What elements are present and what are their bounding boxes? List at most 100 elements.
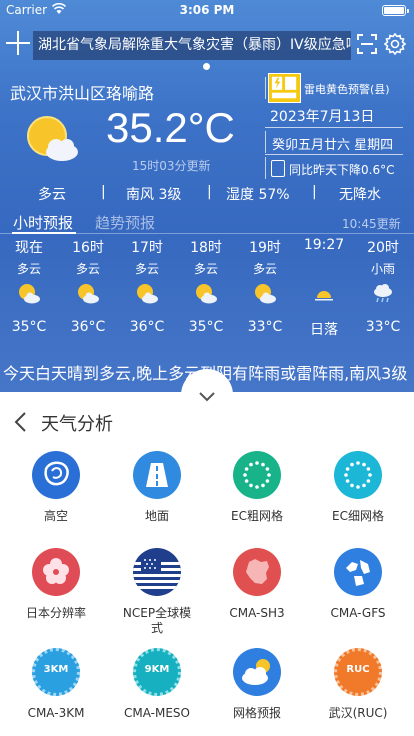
sunset-icon <box>315 291 333 301</box>
cloud-grid-icon <box>233 648 281 696</box>
alert-banner[interactable]: 湖北省气象局解除重大气象灾害（暴雨）IV级应急响应 <box>33 31 351 60</box>
eu-flag-icon <box>334 451 382 499</box>
item-label: EC粗网格 <box>231 509 283 523</box>
temp-label: 33°C <box>247 319 283 335</box>
condition-label: 多云 <box>252 262 277 276</box>
badge-3km-icon: 3KM <box>32 648 80 696</box>
temp-label: 36°C <box>129 319 165 335</box>
item-label: 高空 <box>43 509 68 523</box>
item-label: 武汉(RUC) <box>328 706 388 720</box>
wind-label: 南风 3级 <box>126 187 182 203</box>
temp-label: 33°C <box>365 319 401 335</box>
partly-cloudy-icon <box>255 284 276 304</box>
tab-hourly-forecast[interactable]: 小时预报 <box>13 212 73 233</box>
hourly-item: 20时 小雨 33°C <box>355 237 411 347</box>
status-time: 3:06 PM <box>179 3 235 17</box>
partly-cloudy-icon <box>137 284 158 304</box>
china-map-icon <box>233 548 281 596</box>
sheet-title: 天气分析 <box>41 414 113 435</box>
hourly-item: 18时 多云 35°C <box>178 237 234 347</box>
weather-panel: Carrier 3:06 PM 湖北省气象局解除重大气象灾害（暴雨）IV级应急响… <box>0 0 414 392</box>
hour-label: 18时 <box>190 240 222 256</box>
condition-label: 多云 <box>134 262 159 276</box>
temperature-compare: 同比昨天下降0.6°C <box>289 163 395 177</box>
temp-label: 日落 <box>310 322 338 338</box>
eu-flag-icon <box>233 451 281 499</box>
document-icon <box>271 160 285 177</box>
hour-label: 现在 <box>15 240 43 256</box>
temp-label: 35°C <box>188 319 224 335</box>
add-city-button[interactable] <box>6 31 30 55</box>
current-temperature: 35.2°C <box>106 104 235 151</box>
partly-cloudy-icon <box>196 284 217 304</box>
light-rain-icon <box>374 284 392 303</box>
us-flag-icon <box>133 548 181 596</box>
condition-label: 多云 <box>38 187 66 203</box>
item-label: EC细网格 <box>332 509 384 523</box>
hourly-update-time: 10:45更新 <box>342 217 401 231</box>
battery-icon <box>382 5 409 16</box>
lightning-warning-icon[interactable] <box>268 73 301 103</box>
item-label: CMA-3KM <box>27 706 85 720</box>
road-icon <box>133 451 181 499</box>
back-button[interactable] <box>14 412 28 432</box>
page-indicator <box>203 63 210 70</box>
tab-trend-forecast[interactable]: 趋势预报 <box>95 212 155 233</box>
item-label: CMA-GFS <box>330 606 386 620</box>
partly-cloudy-icon <box>19 284 40 304</box>
status-bar: Carrier 3:06 PM <box>0 0 414 20</box>
scan-icon[interactable] <box>356 33 378 55</box>
condition-label: 小雨 <box>370 262 395 276</box>
hourly-item: 17时 多云 36°C <box>119 237 175 347</box>
hourly-item: 现在 多云 35°C <box>1 237 57 347</box>
item-label: 网格预报 <box>232 706 281 720</box>
item-label: NCEP全球模式 <box>122 606 192 635</box>
hourly-item: 19时 多云 33°C <box>237 237 293 347</box>
date-label: 2023年7月13日 <box>270 109 375 125</box>
condition-label: 多云 <box>75 262 100 276</box>
badge-text: 3KM <box>43 664 69 675</box>
hour-label: 19时 <box>249 240 281 256</box>
hour-label: 17时 <box>131 240 163 256</box>
divider <box>265 157 266 179</box>
current-summary: 多云 | 南风 3级 | 湿度 57% | 无降水 <box>0 184 414 204</box>
badge-ruc-icon: RUC <box>334 648 382 696</box>
hour-label: 19:27 <box>303 237 345 253</box>
badge-text: 9KM <box>144 664 170 675</box>
item-label: CMA-SH3 <box>229 606 285 620</box>
japan-icon <box>32 548 80 596</box>
hourly-item: 16时 多云 36°C <box>60 237 116 347</box>
partly-cloudy-icon <box>27 116 78 161</box>
divider <box>265 127 403 128</box>
update-time: 15时03分更新 <box>132 159 211 173</box>
item-label: CMA-MESO <box>123 706 190 720</box>
upper-air-icon <box>32 451 80 499</box>
divider <box>265 154 403 155</box>
location-label: 武汉市洪山区珞喻路 <box>10 84 155 103</box>
item-label: 日本分辨率 <box>25 606 86 620</box>
globe-icon <box>334 548 382 596</box>
separator: | <box>312 184 317 200</box>
chevron-down-icon[interactable] <box>199 392 215 402</box>
item-label: 地面 <box>144 509 169 523</box>
condition-label: 多云 <box>16 262 41 276</box>
hour-label: 20时 <box>367 240 399 256</box>
separator: | <box>207 184 212 200</box>
precipitation-label: 无降水 <box>339 187 381 203</box>
badge-text: RUC <box>346 664 370 675</box>
hour-label: 16时 <box>72 240 104 256</box>
warning-label[interactable]: 雷电黄色预警(县) <box>304 81 390 97</box>
lunar-date-label: 癸卯五月廿六 星期四 <box>272 138 394 153</box>
divider <box>265 77 266 99</box>
divider <box>265 131 266 153</box>
separator: | <box>101 184 106 200</box>
condition-label: 多云 <box>193 262 218 276</box>
temp-label: 36°C <box>70 319 106 335</box>
hourly-item: 19:27 日落 <box>296 237 352 347</box>
gear-icon[interactable] <box>384 33 406 55</box>
humidity-label: 湿度 57% <box>226 187 290 203</box>
badge-9km-icon: 9KM <box>133 648 181 696</box>
active-tab-indicator <box>12 232 76 234</box>
temp-label: 35°C <box>11 319 47 335</box>
partly-cloudy-icon <box>78 284 99 304</box>
